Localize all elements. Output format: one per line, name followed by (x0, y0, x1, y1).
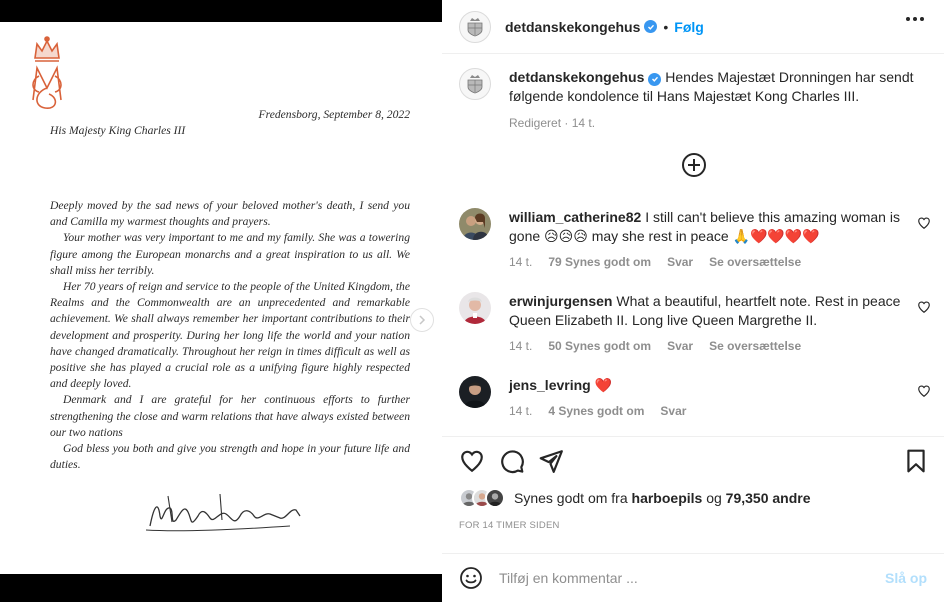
comment-likes[interactable]: 79 Synes godt om (548, 255, 651, 269)
comment-item: william_catherine82 I still can't believ… (459, 208, 934, 269)
see-translation-button[interactable]: Se oversættelse (709, 255, 801, 269)
letter-paragraph: Denmark and I are grateful for her conti… (50, 393, 410, 439)
avatar[interactable] (459, 208, 491, 240)
letter-addressee: His Majesty King Charles III (50, 124, 186, 137)
comment-likes[interactable]: 4 Synes godt om (548, 404, 644, 418)
avatar[interactable] (459, 376, 491, 408)
likes-count[interactable]: 79,350 andre (726, 490, 811, 506)
caption-meta: Redigeret · 14 t. (509, 116, 596, 130)
royal-crest-icon (467, 75, 483, 94)
avatar (485, 488, 505, 508)
comment-input[interactable] (499, 570, 869, 586)
more-options-button[interactable] (906, 17, 924, 21)
letter-paragraph: Deeply moved by the sad news of your bel… (50, 199, 410, 229)
comment-username[interactable]: william_catherine82 (509, 209, 641, 225)
comment-item: jens_levring ❤️ 14 t. 4 Synes godt om Sv… (459, 376, 934, 418)
next-image-button[interactable] (410, 308, 434, 332)
verified-badge-icon (644, 20, 658, 33)
more-options-icon (906, 17, 910, 21)
comment-username[interactable]: erwinjurgensen (509, 293, 612, 309)
comment-time[interactable]: 14 t. (509, 339, 532, 353)
share-send-icon[interactable] (538, 448, 564, 474)
add-comment-bar: Slå op (442, 553, 944, 602)
likes-prefix: Synes godt om fra (514, 490, 628, 506)
reply-button[interactable]: Svar (660, 404, 686, 418)
comment-likes[interactable]: 50 Synes godt om (548, 339, 651, 353)
likes-connector: og (706, 490, 722, 506)
letter-paragraph: Your mother was very important to me and… (50, 231, 410, 277)
comment-time[interactable]: 14 t. (509, 404, 532, 418)
avatar[interactable] (459, 292, 491, 324)
post-media: Fredensborg, September 8, 2022 His Majes… (0, 0, 442, 602)
comment-item: erwinjurgensen What a beautiful, heartfe… (459, 292, 934, 353)
verified-badge-icon (648, 72, 662, 86)
post-header: detdanskekongehus • Følg (442, 0, 944, 54)
post-caption: detdanskekongehus Hendes Majestæt Dronni… (459, 68, 929, 133)
header-separator: • (663, 18, 669, 35)
reply-button[interactable]: Svar (667, 255, 693, 269)
letter-body: Deeply moved by the sad news of your bel… (50, 198, 410, 473)
post-details-panel: detdanskekongehus • Følg detdanskekongeh… (442, 0, 944, 602)
comment-text: ❤️ (594, 377, 613, 393)
heart-icon[interactable] (917, 300, 931, 314)
follow-button[interactable]: Følg (674, 19, 704, 35)
post-actions (442, 436, 944, 482)
letter-image: Fredensborg, September 8, 2022 His Majes… (0, 22, 442, 574)
handwritten-signature (145, 493, 301, 532)
letter-paragraph: God bless you both and give you strength… (50, 442, 410, 472)
caption-username[interactable]: detdanskekongehus (509, 69, 644, 85)
comment-bubble-icon[interactable] (499, 448, 525, 474)
post-timestamp[interactable]: FOR 14 TIMER SIDEN (459, 520, 560, 531)
like-heart-icon[interactable] (459, 448, 485, 474)
comment-username[interactable]: jens_levring (509, 377, 591, 393)
see-translation-button[interactable]: Se oversættelse (709, 339, 801, 353)
bookmark-icon[interactable] (903, 448, 929, 474)
likes-summary: Synes godt om fra harboepils og 79,350 a… (459, 488, 811, 508)
reply-button[interactable]: Svar (667, 339, 693, 353)
load-more-comments-button[interactable] (682, 153, 706, 177)
royal-crest-icon (467, 17, 483, 36)
comment-time[interactable]: 14 t. (509, 255, 532, 269)
heart-icon[interactable] (917, 384, 931, 398)
chevron-right-icon (419, 315, 426, 325)
avatar[interactable] (459, 10, 491, 43)
emoji-smiley-icon[interactable] (459, 566, 483, 590)
letter-paragraph: Her 70 years of reign and service to the… (50, 280, 410, 391)
liker-avatars (459, 488, 505, 508)
heart-icon[interactable] (917, 216, 931, 230)
royal-monogram-logo (32, 36, 62, 109)
post-comment-button[interactable]: Slå op (885, 570, 927, 586)
letter-date: Fredensborg, September 8, 2022 (258, 108, 410, 121)
liker-username[interactable]: harboepils (632, 490, 703, 506)
header-username[interactable]: detdanskekongehus (505, 19, 640, 35)
caption-avatar[interactable] (459, 68, 491, 100)
